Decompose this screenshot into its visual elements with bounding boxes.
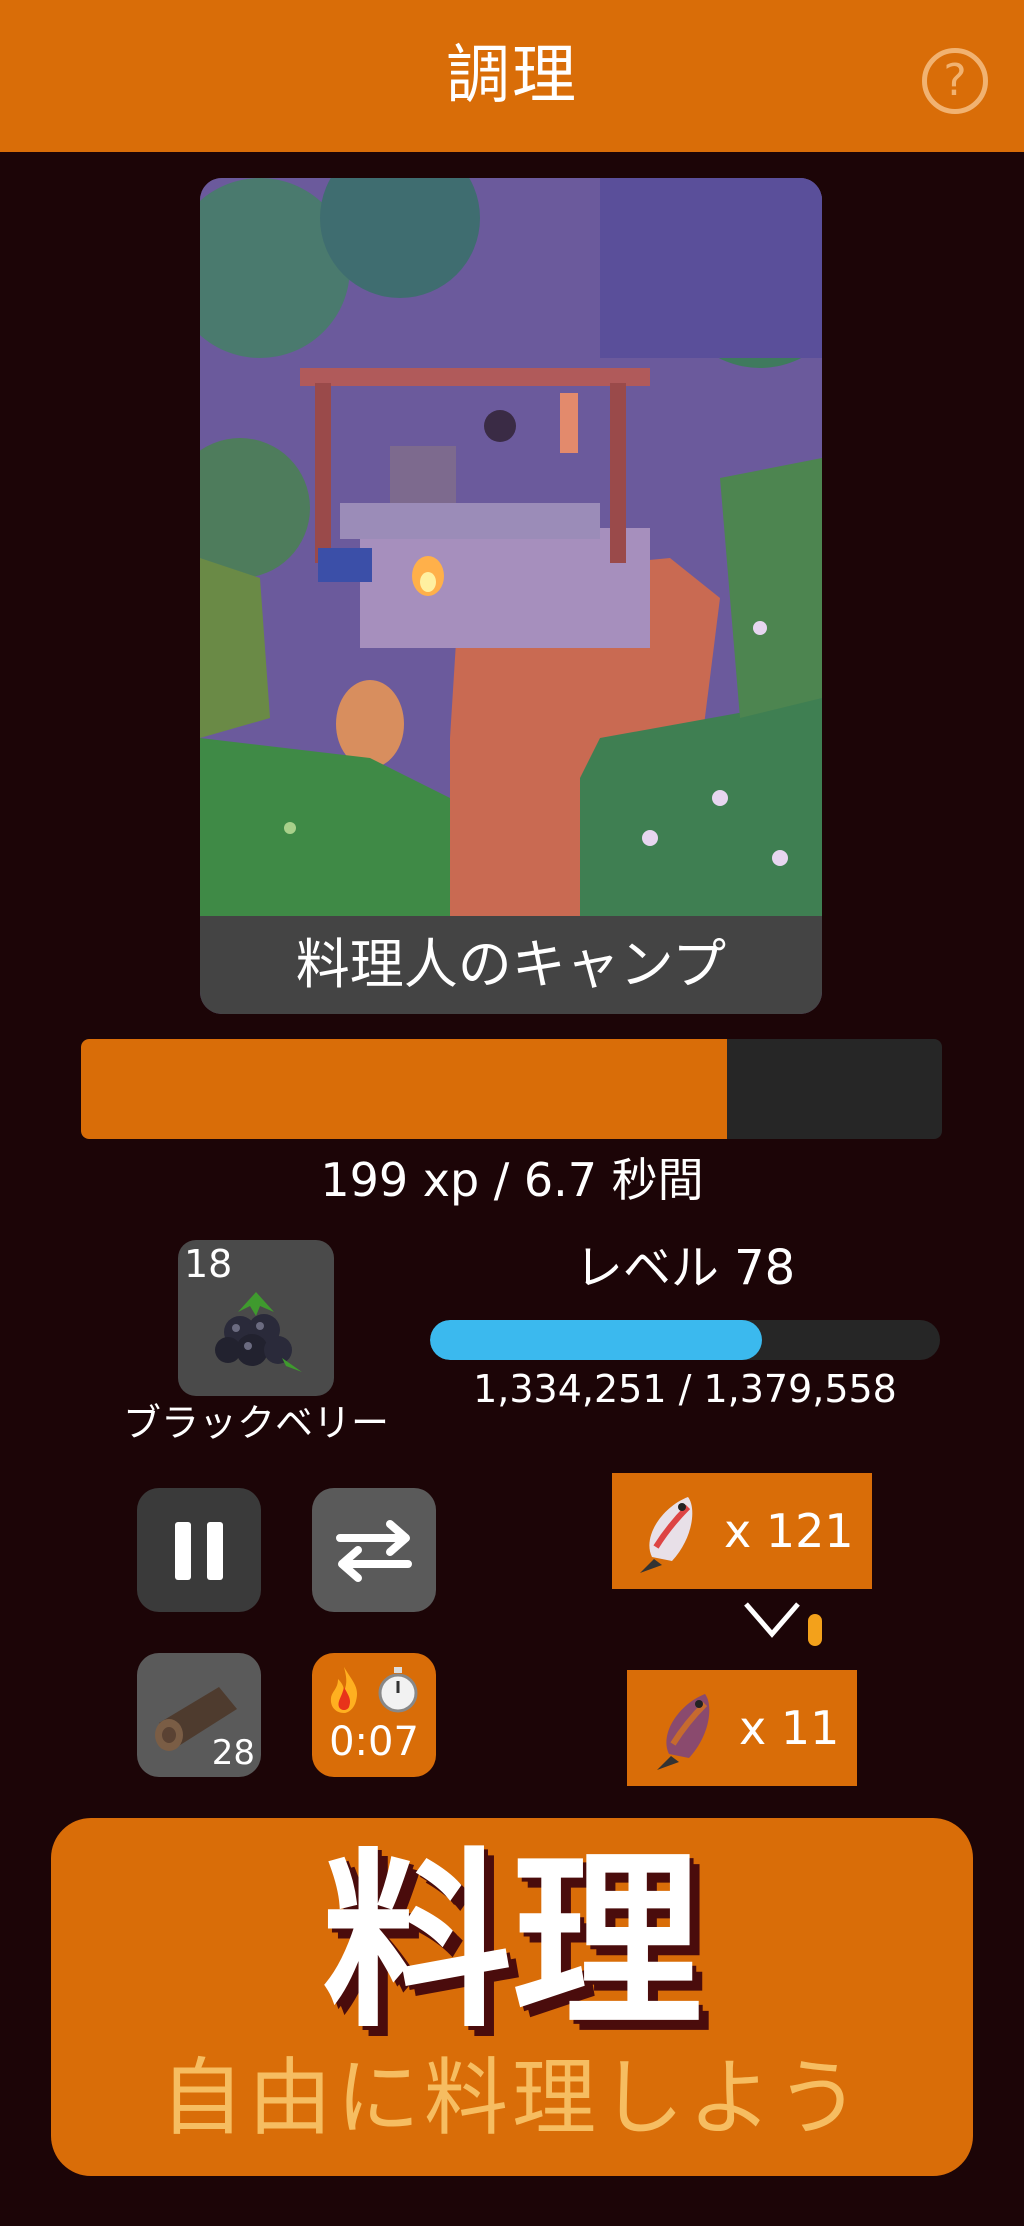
camp-scene-image (200, 178, 822, 916)
boost-timer: 0:07 (329, 1719, 419, 1765)
chevron-down-icon (744, 1602, 800, 1638)
xp-rate-text: 199 xp / 6.7 秒間 (320, 1153, 704, 1207)
fuel-count: 28 (211, 1733, 255, 1773)
level-xp-text: 1,334,251 / 1,379,558 (473, 1367, 897, 1411)
output-indicator (808, 1614, 822, 1646)
action-progress-bar (81, 1039, 942, 1139)
app-header: 調理 ? (0, 0, 1024, 152)
level-label: レベル 78 (574, 1240, 796, 1296)
action-progress-fill (81, 1039, 727, 1139)
help-button[interactable]: ? (922, 48, 988, 114)
level-progress-fill (430, 1320, 762, 1360)
pause-icon (175, 1522, 191, 1580)
fuel-slot[interactable]: 28 (137, 1653, 261, 1777)
cooked-fish-icon (657, 1694, 710, 1770)
pause-button[interactable] (137, 1488, 261, 1612)
raw-fish-icon (640, 1497, 693, 1573)
page-title: 調理 (446, 39, 578, 113)
output-quantity: x 11 (739, 1701, 840, 1755)
ingredient-name: ブラックベリー (122, 1401, 389, 1445)
swap-button[interactable] (312, 1488, 436, 1612)
location-name: 料理人のキャンプ (200, 916, 822, 1014)
level-progress-bar (430, 1320, 940, 1360)
cook-button-subtitle: 自由に料理しよう (159, 2049, 864, 2147)
location-card[interactable]: 料理人のキャンプ (200, 178, 822, 1014)
fire-icon (330, 1667, 358, 1713)
output-resource[interactable]: x 11 (627, 1670, 857, 1786)
swap-arrows-icon (336, 1520, 412, 1582)
stopwatch-icon (378, 1667, 418, 1713)
cook-button-title: 料理 (321, 1832, 702, 2053)
input-resource[interactable]: x 121 (612, 1473, 872, 1589)
input-quantity: x 121 (724, 1504, 854, 1558)
ingredient-slot[interactable]: 18 (178, 1240, 334, 1396)
ingredient-count: 18 (184, 1242, 233, 1286)
boost-button[interactable]: 0:07 (312, 1653, 436, 1777)
cook-button[interactable]: 料理 自由に料理しよう (51, 1818, 973, 2176)
pause-icon (207, 1522, 223, 1580)
